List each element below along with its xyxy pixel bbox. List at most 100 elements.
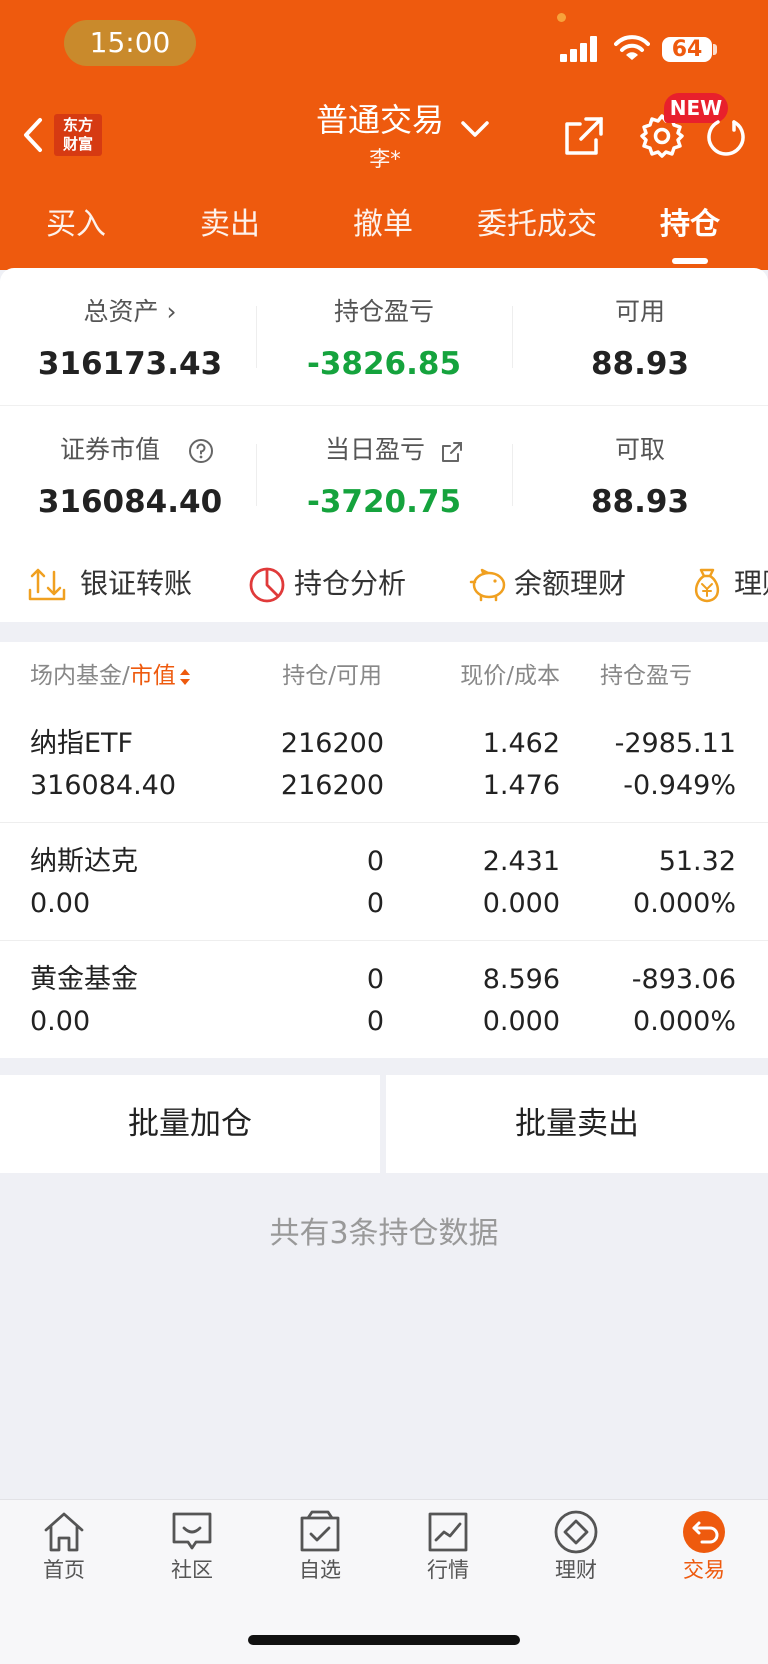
home-indicator[interactable] xyxy=(248,1635,520,1645)
daily-pl-value: -3720.75 xyxy=(306,484,462,520)
available-value: 88.93 xyxy=(590,346,690,382)
divider xyxy=(256,306,257,368)
fund-pl: -893.06 xyxy=(631,964,736,995)
nav-community-label: 社区 xyxy=(171,1558,213,1582)
column-header-fund-label: 场内基金/ xyxy=(30,663,130,689)
withdrawable-label: 可取 xyxy=(614,435,665,464)
nav-home-label: 首页 xyxy=(43,1558,85,1582)
tab-sell[interactable]: 卖出 xyxy=(180,200,280,250)
column-header-position: 持仓/可用 xyxy=(282,663,382,689)
external-link-icon[interactable] xyxy=(440,440,464,464)
fund-pl-percent: 0.000% xyxy=(633,1006,736,1037)
nav-home[interactable]: 首页 xyxy=(19,1508,109,1596)
account-type-title[interactable]: 普通交易 xyxy=(300,98,460,142)
recording-dot xyxy=(557,13,566,22)
row-divider xyxy=(0,822,768,823)
refresh-icon[interactable] xyxy=(704,116,746,158)
fund-available: 0 xyxy=(366,1006,384,1037)
tab-orders-deals[interactable]: 委托成交 xyxy=(462,200,612,250)
nav-community[interactable]: 社区 xyxy=(147,1508,237,1596)
quick-action-finance[interactable]: 理财 xyxy=(688,562,768,606)
divider xyxy=(256,444,257,506)
cellular-signal-icon xyxy=(560,36,600,62)
fund-market-value: 0.00 xyxy=(30,888,91,919)
status-time: 15:00 xyxy=(64,20,196,66)
quick-action-label: 余额理财 xyxy=(514,567,627,600)
quick-action-position-analysis[interactable]: 持仓分析 xyxy=(248,562,438,606)
active-tab-indicator xyxy=(672,258,708,264)
fund-position: 0 xyxy=(366,846,384,877)
tab-positions[interactable]: 持仓 xyxy=(640,200,740,250)
quick-action-label: 理财 xyxy=(734,567,768,600)
chevron-down-icon[interactable] xyxy=(458,112,492,146)
share-icon[interactable] xyxy=(562,114,606,158)
batch-add-button[interactable]: 批量加仓 xyxy=(0,1075,380,1173)
fund-position: 0 xyxy=(366,964,384,995)
quick-action-transfer[interactable]: 银证转账 xyxy=(28,562,218,606)
divider xyxy=(512,444,513,506)
help-icon[interactable] xyxy=(188,438,214,464)
summary-divider xyxy=(0,405,768,406)
total-assets-value: 316173.43 xyxy=(37,346,223,382)
fund-available: 0 xyxy=(366,888,384,919)
piggy-bank-icon xyxy=(469,568,506,602)
fund-pl: 51.32 xyxy=(658,846,736,877)
position-pl-label: 持仓盈亏 xyxy=(333,297,434,326)
batch-sell-button[interactable]: 批量卖出 xyxy=(386,1075,768,1173)
market-value-value: 316084.40 xyxy=(37,484,223,520)
fund-price: 2.431 xyxy=(482,846,560,877)
quick-action-balance-finance[interactable]: 余额理财 xyxy=(468,562,658,606)
fund-position: 216200 xyxy=(280,728,384,759)
fund-price: 8.596 xyxy=(482,964,560,995)
nav-finance[interactable]: 理财 xyxy=(531,1508,621,1596)
fund-pl-percent: -0.949% xyxy=(623,770,736,801)
eastmoney-logo: 东方 财富 xyxy=(54,114,102,156)
holdings-count-text: 共有3条持仓数据 xyxy=(269,1216,499,1251)
nav-market-label: 行情 xyxy=(427,1558,469,1582)
pie-chart-icon xyxy=(249,567,285,603)
daily-pl-label: 当日盈亏 xyxy=(324,435,425,464)
nav-watchlist-label: 自选 xyxy=(299,1558,341,1582)
nav-finance-label: 理财 xyxy=(555,1558,597,1582)
nav-market[interactable]: 行情 xyxy=(403,1508,493,1596)
column-header-price: 现价/成本 xyxy=(460,663,560,689)
fund-cost: 1.476 xyxy=(482,770,560,801)
fund-name: 纳指ETF xyxy=(30,728,134,759)
trade-icon xyxy=(683,1511,725,1553)
home-icon xyxy=(44,1512,84,1552)
available-label: 可用 xyxy=(614,297,665,326)
chat-icon xyxy=(172,1512,212,1550)
row-divider xyxy=(0,940,768,941)
battery-icon: 64 xyxy=(662,37,712,62)
market-chart-icon xyxy=(428,1512,468,1552)
market-value-label: 证券市值 xyxy=(59,435,160,464)
logo-line-2: 财富 xyxy=(62,135,93,153)
tab-cancel-order[interactable]: 撤单 xyxy=(333,200,433,250)
quick-action-label: 银证转账 xyxy=(80,567,193,600)
divider xyxy=(512,306,513,368)
column-header-pl: 持仓盈亏 xyxy=(600,663,692,689)
column-header-sort-key: 市值 xyxy=(129,663,176,689)
fund-name: 黄金基金 xyxy=(30,964,138,995)
fund-pl: -2985.11 xyxy=(614,728,736,759)
quick-action-label: 持仓分析 xyxy=(294,567,407,600)
transfer-icon xyxy=(28,568,66,601)
diamond-icon xyxy=(554,1510,598,1554)
fund-price: 1.462 xyxy=(482,728,560,759)
fund-available: 216200 xyxy=(280,770,384,801)
fund-name: 纳斯达克 xyxy=(30,846,138,877)
watchlist-icon xyxy=(300,1510,340,1552)
fund-cost: 0.000 xyxy=(482,1006,560,1037)
tab-buy[interactable]: 买入 xyxy=(26,200,126,250)
fund-market-value: 316084.40 xyxy=(30,770,177,801)
fund-cost: 0.000 xyxy=(482,888,560,919)
column-header-fund[interactable]: 场内基金/市值 xyxy=(30,656,250,696)
nav-watchlist[interactable]: 自选 xyxy=(275,1508,365,1596)
fund-pl-percent: 0.000% xyxy=(633,888,736,919)
back-icon[interactable] xyxy=(18,112,48,158)
nav-trade[interactable]: 交易 xyxy=(659,1508,749,1596)
wifi-icon xyxy=(614,35,650,60)
fund-market-value: 0.00 xyxy=(30,1006,91,1037)
total-assets-label[interactable]: 总资产 › xyxy=(20,294,240,330)
sort-icon xyxy=(179,668,190,685)
